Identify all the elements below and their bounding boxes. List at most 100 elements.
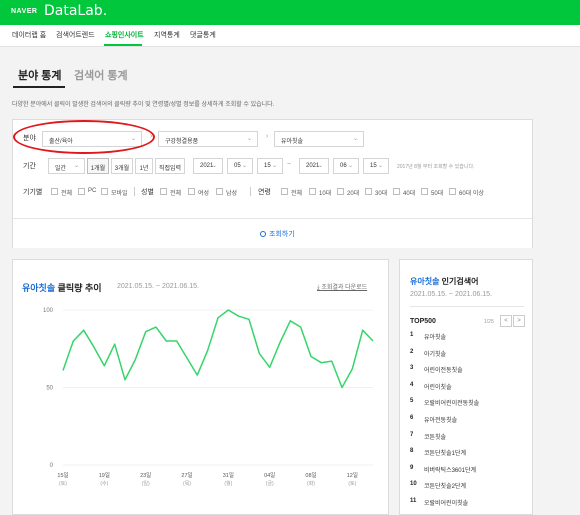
global-nav: 데이터랩 홈 검색어트렌드 쇼핑인사이트 지역통계 댓글통계 [0,25,580,47]
search-bar: 조회하기 [13,218,532,248]
chevron-right-icon: › [150,133,153,140]
ranking-title-keyword: 유아칫솔 [410,277,440,286]
start-day-value: 15 [264,163,271,169]
period-custom-button[interactable]: 직접입력 [155,158,185,174]
x-tick-weekday: (월) [224,480,232,487]
chevron-down-icon: ⌄ [73,163,79,169]
ranking-keyword: 코튼단칫솔1단계 [424,451,466,458]
ranking-keyword: 어린이전동칫솔 [424,368,463,375]
age-20s-checkbox[interactable] [337,188,344,195]
ranking-number: 3 [410,365,414,372]
period-1month-button[interactable]: 1개월 [87,158,109,174]
chart-title: 유아칫솔 클릭량 추이 [22,281,102,294]
age-60plus-checkbox[interactable] [449,188,456,195]
nav-comment-stats[interactable]: 댓글통계 [190,30,216,40]
age-60plus-label: 60대 이상 [459,191,484,197]
device-all-checkbox[interactable] [51,188,58,195]
age-10s-label: 10대 [319,191,332,197]
chevron-down-icon: ⌄ [246,136,252,142]
age-30s-checkbox[interactable] [365,188,372,195]
category1-select[interactable]: 출산/육아 ⌄ [42,131,142,147]
end-year-select[interactable]: 2021 ⌄ [299,158,329,174]
filter-divider [250,187,251,196]
age-40s-checkbox[interactable] [393,188,400,195]
ranking-keyword: 어린이칫솔 [424,384,452,391]
start-month-select[interactable]: 05 ⌄ [227,158,253,174]
category-label: 분야 [23,135,36,142]
ranking-number: 8 [410,448,414,455]
ranking-keyword: 유아칫솔 [424,335,447,341]
ranking-number: 5 [410,398,414,405]
search-button[interactable]: 조회하기 [260,229,295,239]
x-tick-weekday: (목) [183,481,191,487]
nav-region-stats[interactable]: 지역통계 [154,30,180,40]
prev-page-button[interactable]: < [500,315,512,327]
active-nav-underline [104,44,142,46]
tab-keyword-stats[interactable]: 검색어 통계 [74,67,128,83]
time-unit-select[interactable]: 일간 ⌄ [48,158,85,174]
device-mobile-checkbox[interactable] [101,188,108,195]
ranking-item[interactable]: 4 어린이칫솔 [410,382,524,398]
ranking-number: 11 [410,498,417,504]
start-year-select[interactable]: 2021 ⌄ [193,158,223,174]
datalab-logo[interactable]: DataLab. [44,3,107,19]
x-tick-weekday: (토) [348,481,356,487]
ranking-number: 6 [410,415,414,421]
ranking-item[interactable]: 9 비버락틱스3601단계 [410,465,524,481]
gender-female-label: 여성 [198,191,210,197]
chart-title-keyword: 유아칫솔 [22,283,56,293]
ranking-item[interactable]: 6 유아전동칫솔 [410,415,524,431]
ranking-item[interactable]: 3 어린이전동칫솔 [410,365,524,381]
gender-female-checkbox[interactable] [188,188,195,195]
ranking-item[interactable]: 2 아기칫솔 [410,349,524,365]
end-month-value: 06 [340,163,347,169]
search-icon [260,231,266,237]
end-month-select[interactable]: 06 ⌄ [333,158,359,174]
ranking-item[interactable]: 1 유아칫솔 [410,332,524,348]
period-3month-button[interactable]: 3개월 [111,158,133,174]
age-10s-checkbox[interactable] [309,188,316,195]
nav-search-trend[interactable]: 검색어트렌드 [56,30,95,40]
device-mobile-label: 모바일 [111,191,128,197]
device-pc-label: PC [88,188,97,194]
period-1year-button[interactable]: 1년 [135,158,153,174]
ranking-item[interactable]: 11 오랄비어린이칫솔 [410,498,524,514]
filter-divider [134,187,135,196]
device-pc-checkbox[interactable] [78,188,85,195]
x-tick-day: 27일 [181,471,192,479]
next-page-button[interactable]: > [513,315,525,327]
category2-select[interactable]: 구강청결용품 ⌄ [158,131,258,147]
naver-logo[interactable]: NAVER [11,8,37,15]
top-header: NAVER DataLab. [0,0,580,25]
nav-shopping-insight[interactable]: 쇼핑인사이트 [105,30,144,40]
gender-all-checkbox[interactable] [160,188,167,195]
start-day-select[interactable]: 15 ⌄ [257,158,283,174]
ranking-number: 7 [410,431,414,438]
tab-category-stats[interactable]: 분야 통계 [18,67,62,83]
y-tick-label: 100 [43,308,54,314]
top500-label: TOP500 [410,318,436,325]
gender-label: 성별 [141,189,154,196]
series-line [62,309,374,389]
ranking-item[interactable]: 10 코튼단칫솔2단계 [410,481,524,497]
chart-title-text: 클릭량 추이 [55,283,102,293]
ranking-number: 9 [410,464,414,471]
age-all-checkbox[interactable] [281,188,288,195]
ranking-item[interactable]: 5 오랄비어린이전동칫솔 [410,398,524,414]
category3-select[interactable]: 유아칫솔 ⌄ [274,131,364,147]
trend-chart: 100 50 015일 (토) 19일 (수) 23일(일) 27일 (목) 31일(월) 04일 (… [43,308,374,487]
ranking-item[interactable]: 7 코튼칫솔 [410,432,524,448]
chevron-down-icon: ⌄ [352,136,358,142]
download-link[interactable]: ⤓ 조회결과 다운로드 [317,282,367,292]
nav-datalab-home[interactable]: 데이터랩 홈 [12,30,46,40]
time-unit-value: 일간 [55,166,67,172]
end-day-select[interactable]: 15 ⌄ [363,158,389,174]
ranking-keyword: 코튼단칫솔2단계 [424,484,466,491]
y-tick-label: 50 [46,386,53,392]
category1-value: 출산/육아 [49,139,73,145]
gender-male-checkbox[interactable] [216,188,223,195]
ranking-item[interactable]: 8 코튼단칫솔1단계 [410,448,524,464]
ranking-keyword: 비버락틱스3601단계 [424,467,476,474]
age-50s-checkbox[interactable] [421,188,428,195]
chevron-down-icon: ⌄ [271,163,277,169]
